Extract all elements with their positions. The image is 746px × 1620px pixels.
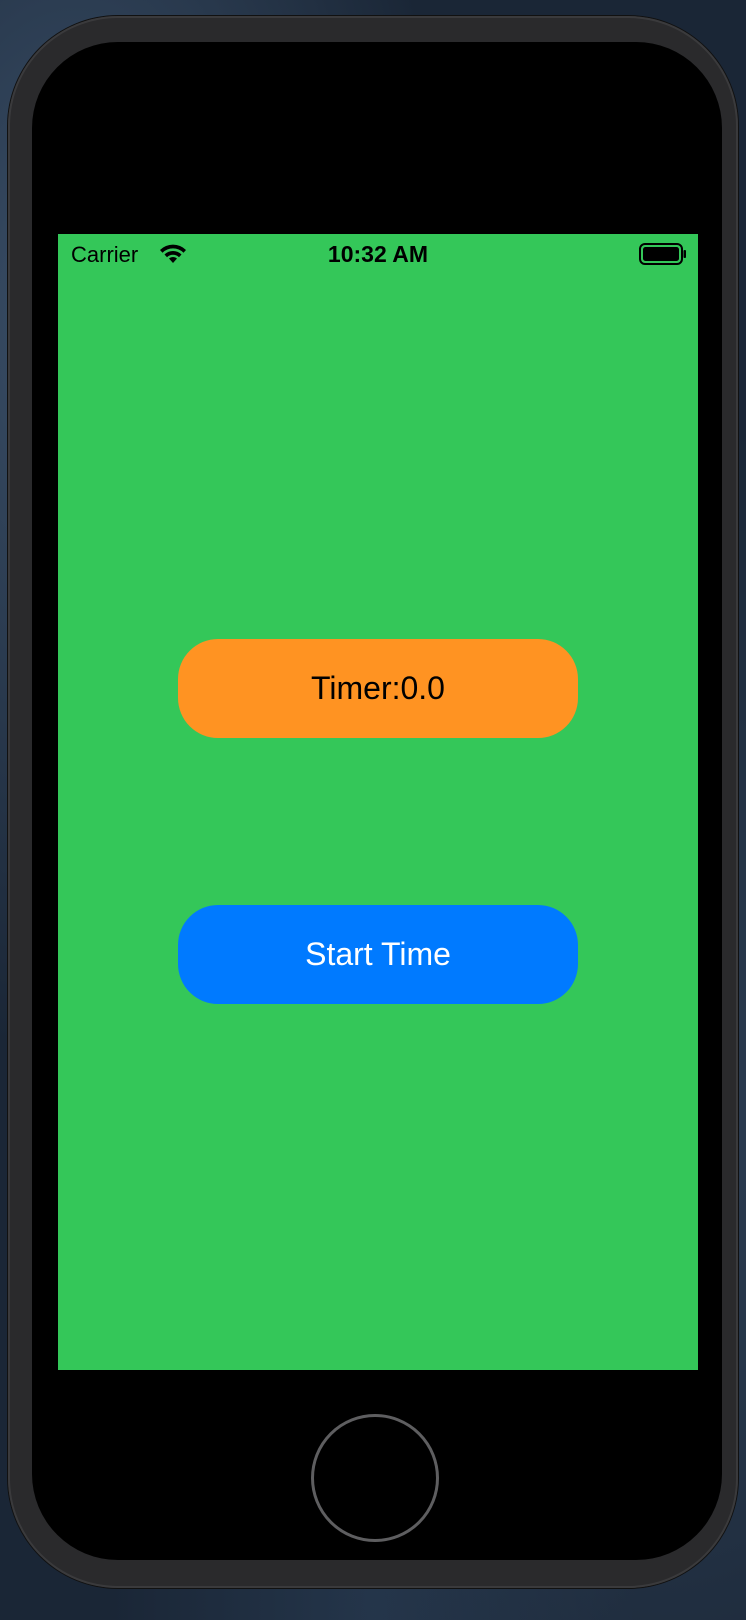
status-time: 10:32 AM (327, 241, 429, 267)
app-screen: Carrier 10:32 AM Timer:0.0 Start Time (58, 234, 698, 1370)
status-bar: Carrier 10:32 AM (58, 234, 698, 274)
battery-full-icon (639, 243, 686, 265)
timer-label: Timer:0.0 (178, 639, 578, 738)
start-time-button[interactable]: Start Time (178, 905, 578, 1004)
home-button[interactable] (311, 1414, 439, 1542)
